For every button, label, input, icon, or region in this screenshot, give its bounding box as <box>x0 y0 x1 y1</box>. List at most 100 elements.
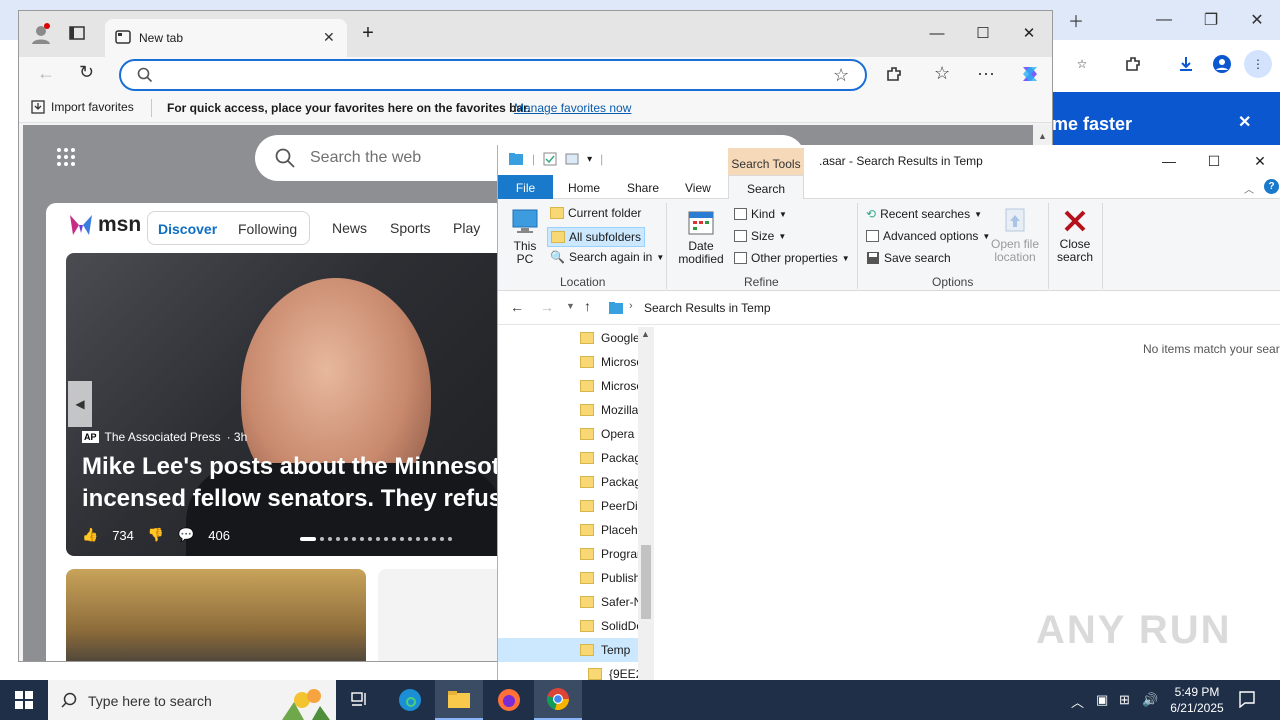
like-icon[interactable]: 👍 <box>82 527 98 543</box>
show-hidden-icons[interactable]: ︿ <box>1071 692 1084 711</box>
network-icon[interactable]: ⊞ <box>1119 692 1130 708</box>
nav-folder[interactable]: Google <box>580 327 640 349</box>
chrome-restore-button[interactable]: ❐ <box>1197 8 1225 32</box>
save-search-button[interactable]: Save search <box>866 251 951 265</box>
properties-icon[interactable] <box>543 152 557 166</box>
nav-folder[interactable]: Program <box>580 543 640 565</box>
comment-icon[interactable]: 💬 <box>178 527 194 543</box>
this-pc-button[interactable]: This PC <box>508 207 542 266</box>
manage-favorites-link[interactable]: Manage favorites now <box>514 101 631 115</box>
tab-home[interactable]: Home <box>568 181 600 195</box>
close-button[interactable]: ✕ <box>1245 151 1275 171</box>
taskbar-search-box[interactable]: Type here to search <box>48 680 336 720</box>
maximize-button[interactable]: ☐ <box>1199 151 1229 171</box>
nav-folder[interactable]: SolidDo <box>580 615 640 637</box>
address-input[interactable] <box>165 65 805 85</box>
minimize-button[interactable]: — <box>1154 151 1184 171</box>
all-subfolders-button[interactable]: All subfolders <box>547 227 646 247</box>
dislike-icon[interactable]: 👎 <box>148 527 164 543</box>
current-folder-button[interactable]: Current folder <box>550 206 641 220</box>
close-search-button[interactable]: Close search <box>1054 207 1096 264</box>
minimize-button[interactable]: — <box>922 21 952 45</box>
nav-folder[interactable]: Mozilla <box>580 399 640 421</box>
chrome-taskbar-button[interactable] <box>534 680 582 720</box>
edge-taskbar-button[interactable] <box>386 680 434 720</box>
nav-folder[interactable]: Packag <box>580 471 640 493</box>
nav-folder[interactable]: Placeho <box>580 519 640 541</box>
apps-grid-icon[interactable] <box>56 147 76 170</box>
system-clock[interactable]: 5:49 PM 6/21/2025 <box>1166 684 1228 716</box>
tab-close-icon[interactable]: ✕ <box>323 29 335 46</box>
kind-button[interactable]: Kind ▼ <box>734 207 787 221</box>
notifications-icon[interactable] <box>1238 690 1256 711</box>
download-icon[interactable] <box>1172 50 1200 78</box>
bookmark-star-icon[interactable]: ☆ <box>1068 50 1096 78</box>
nav-folder[interactable]: Safer-N <box>580 591 640 613</box>
address-bar[interactable]: ☆ <box>119 59 867 91</box>
msn-logo[interactable]: msn <box>68 213 141 237</box>
chevron-right-icon[interactable]: › <box>629 300 633 312</box>
recent-locations-icon[interactable]: ▼ <box>566 301 575 311</box>
tab-following[interactable]: Following <box>238 221 297 237</box>
chrome-close-button[interactable]: ✕ <box>1243 8 1271 32</box>
story-thumbnail[interactable] <box>378 569 506 661</box>
date-modified-button[interactable]: Date modified <box>670 209 732 266</box>
chrome-new-tab-button[interactable]: ＋ <box>1062 8 1090 32</box>
tab-share[interactable]: Share <box>627 181 659 195</box>
nav-news[interactable]: News <box>332 220 367 236</box>
import-favorites-button[interactable]: Import favorites <box>31 100 134 114</box>
scroll-up-icon[interactable]: ▲ <box>641 329 650 339</box>
device-icon[interactable]: ▣ <box>1096 692 1108 708</box>
nav-folder[interactable]: Microsо <box>580 375 640 397</box>
profile-icon[interactable] <box>31 23 51 48</box>
size-button[interactable]: Size ▼ <box>734 229 786 243</box>
start-button[interactable] <box>0 680 48 720</box>
story-headline[interactable]: Mike Lee's posts about the Minnesota inc… <box>82 451 506 515</box>
new-tab-button[interactable]: + <box>353 21 383 45</box>
breadcrumb[interactable]: Search Results in Temp <box>644 301 771 315</box>
qa-dropdown-icon[interactable]: ▾ <box>587 154 592 165</box>
nav-subfolder[interactable]: {9EE29 <box>588 663 638 680</box>
nav-folder[interactable]: PeerDis <box>580 495 640 517</box>
tab-discover[interactable]: Discover <box>158 221 217 237</box>
extensions-icon[interactable] <box>885 65 903 86</box>
chrome-minimize-button[interactable]: — <box>1150 8 1178 32</box>
nav-folder-temp[interactable]: Temp <box>580 639 640 661</box>
nav-folder[interactable]: Microsо <box>580 351 640 373</box>
back-icon[interactable]: ← <box>510 299 524 315</box>
carousel-prev-button[interactable]: ◀ <box>68 381 92 427</box>
tab-file[interactable]: File <box>498 175 553 199</box>
favorite-star-icon[interactable]: ☆ <box>833 65 849 86</box>
banner-close-icon[interactable]: ✕ <box>1238 112 1251 132</box>
maximize-button[interactable]: ☐ <box>968 21 998 45</box>
up-icon[interactable]: ↑ <box>584 298 591 314</box>
tab-search[interactable]: Search <box>728 175 804 200</box>
nav-folder[interactable]: Publish <box>580 567 640 589</box>
story-thumbnail[interactable] <box>66 569 366 661</box>
back-icon[interactable]: ← <box>37 63 55 84</box>
forward-icon[interactable]: → <box>540 299 554 315</box>
recent-searches-button[interactable]: ⟲ Recent searches ▼ <box>866 207 982 221</box>
more-options-icon[interactable]: ··· <box>977 63 995 84</box>
nav-folder[interactable]: Packag <box>580 447 640 469</box>
scroll-up-icon[interactable]: ▲ <box>1038 131 1047 141</box>
help-icon[interactable]: ? <box>1264 179 1279 194</box>
new-folder-icon[interactable] <box>565 152 579 166</box>
volume-icon[interactable]: 🔊 <box>1142 692 1158 708</box>
profile-icon[interactable] <box>1208 50 1236 78</box>
search-again-button[interactable]: 🔍 Search again in ▼ <box>550 250 664 264</box>
hero-story[interactable]: ◀ AP The Associated Press · 3h Mike Lee'… <box>66 253 506 556</box>
firefox-taskbar-button[interactable] <box>485 680 533 720</box>
chrome-menu-icon[interactable]: ⋮ <box>1244 50 1272 78</box>
tab-new-tab[interactable]: New tab ✕ <box>105 19 347 57</box>
open-file-location-button[interactable]: Open file location <box>988 207 1042 264</box>
nav-scrollbar[interactable]: ▲ <box>638 327 654 680</box>
copilot-icon[interactable] <box>1019 63 1041 88</box>
extensions-icon[interactable] <box>1119 50 1147 78</box>
tab-view[interactable]: View <box>685 181 711 195</box>
nav-play[interactable]: Play <box>453 220 480 236</box>
nav-scrollbar-thumb[interactable] <box>641 545 651 619</box>
close-button[interactable]: ✕ <box>1014 21 1044 45</box>
nav-sports[interactable]: Sports <box>390 220 430 236</box>
collapse-ribbon-icon[interactable]: ︿ <box>1244 181 1254 196</box>
